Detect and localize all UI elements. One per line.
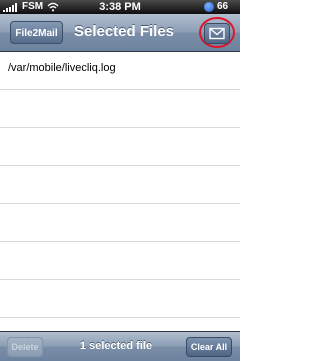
- list-item: [0, 166, 240, 204]
- bottom-toolbar: Delete 1 selected file Clear All: [0, 331, 240, 361]
- list-item: [0, 280, 240, 318]
- selection-count: 1 selected file: [79, 340, 153, 352]
- notification-badge-icon: [204, 2, 214, 12]
- envelope-icon: [209, 27, 225, 40]
- list-item: [0, 242, 240, 280]
- status-bar: FSM 3:38 PM 66: [0, 0, 240, 14]
- list-item: [0, 204, 240, 242]
- page-title: Selected Files: [73, 23, 175, 40]
- navigation-bar: File2Mail Selected Files: [0, 14, 240, 52]
- send-mail-button[interactable]: [204, 23, 230, 44]
- list-item[interactable]: /var/mobile/livecliq.log: [0, 52, 240, 90]
- back-button[interactable]: File2Mail: [10, 21, 63, 44]
- clear-all-button[interactable]: Clear All: [186, 337, 232, 357]
- file-path: /var/mobile/livecliq.log: [8, 62, 116, 74]
- file-list: /var/mobile/livecliq.log: [0, 52, 240, 330]
- list-item: [0, 90, 240, 128]
- delete-button[interactable]: Delete: [7, 337, 43, 357]
- battery-level: 66: [217, 1, 229, 12]
- list-item: [0, 128, 240, 166]
